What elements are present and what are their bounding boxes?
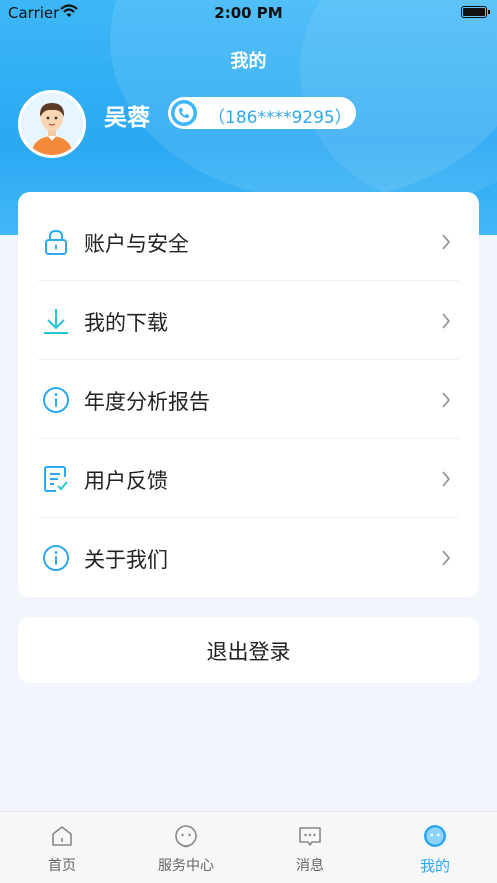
battery-icon [461, 6, 490, 18]
menu-item-label: 用户反馈 [84, 469, 168, 493]
tab-label: 首页 [48, 858, 76, 874]
menu-item-label: 关于我们 [84, 548, 168, 572]
user-name: 吴蓉 [104, 105, 150, 131]
tab-bar: 首页 服务中心 消息 我的 [0, 811, 497, 883]
phone-number: （186****9295） [208, 108, 352, 128]
tab-profile[interactable]: 我的 [373, 812, 497, 883]
phone-icon [171, 100, 197, 126]
chevron-right-icon [442, 392, 451, 408]
tab-service-center[interactable]: 服务中心 [124, 812, 248, 883]
chevron-right-icon [442, 313, 451, 329]
tab-messages[interactable]: 消息 [248, 812, 372, 883]
info-icon [43, 545, 69, 571]
menu-item-annual-report[interactable]: 年度分析报告 [18, 360, 479, 439]
tab-home[interactable]: 首页 [0, 812, 124, 883]
service-icon [175, 825, 197, 848]
tab-label: 我的 [419, 857, 450, 875]
status-bar: Carrier 2:00 PM [0, 0, 497, 26]
logout-button[interactable]: 退出登录 [18, 617, 479, 683]
menu-item-account-security[interactable]: 账户与安全 [18, 202, 479, 281]
tab-label: 服务中心 [158, 858, 214, 874]
home-icon [52, 826, 72, 846]
lock-icon [45, 229, 67, 255]
menu-item-my-downloads[interactable]: 我的下载 [18, 281, 479, 360]
status-time: 2:00 PM [214, 4, 283, 22]
avatar-illustration-icon [31, 103, 73, 155]
menu-item-user-feedback[interactable]: 用户反馈 [18, 439, 479, 518]
tab-label: 消息 [296, 858, 324, 874]
avatar[interactable] [18, 90, 86, 158]
download-icon [44, 309, 68, 334]
menu-item-label: 年度分析报告 [84, 390, 210, 414]
menu-card: 账户与安全 我的下载 年度分析报告 用户反馈 关于我们 [18, 192, 479, 597]
logout-label: 退出登录 [206, 640, 291, 664]
menu-item-label: 账户与安全 [84, 232, 189, 256]
feedback-icon [44, 466, 68, 492]
phone-badge: （186****9295） [168, 97, 356, 129]
chevron-right-icon [442, 550, 451, 566]
chevron-right-icon [442, 471, 451, 487]
profile-icon [424, 825, 446, 847]
page-title: 我的 [230, 51, 267, 72]
menu-item-label: 我的下载 [84, 311, 168, 335]
info-icon [43, 387, 69, 413]
menu-item-about-us[interactable]: 关于我们 [18, 518, 479, 597]
chevron-right-icon [442, 234, 451, 250]
message-icon [299, 827, 321, 846]
